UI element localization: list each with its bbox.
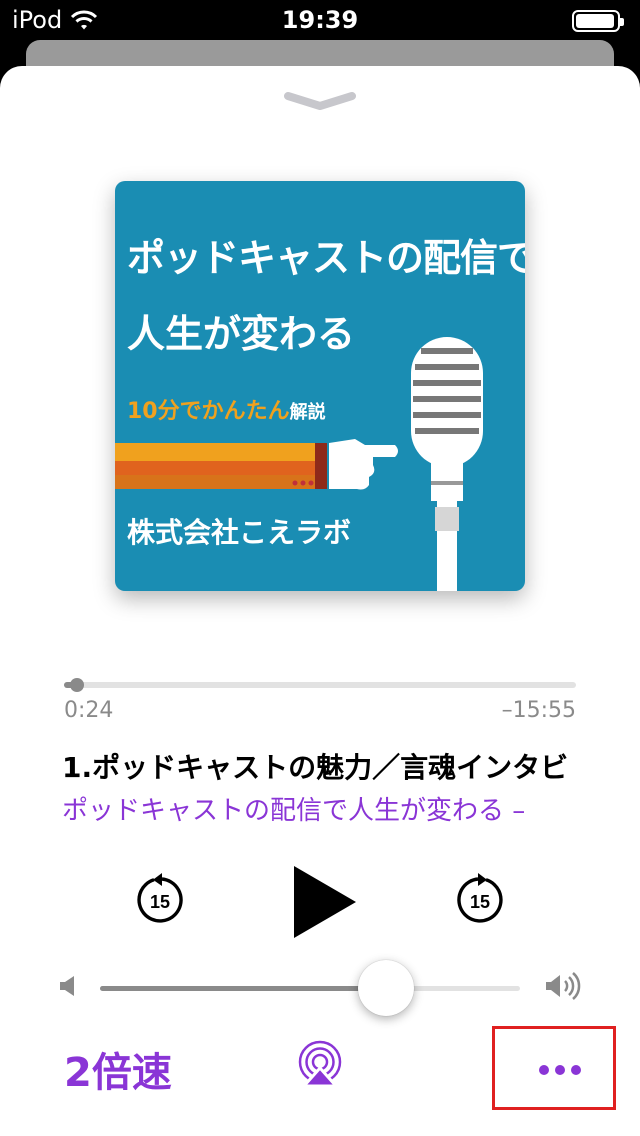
pointing-hand-icon [329,439,398,490]
volume-min-icon [60,976,74,996]
skip-forward-seconds: 15 [470,892,490,912]
volume-max-icon [546,972,581,1000]
microphone-icon [411,337,483,591]
playback-speed-button[interactable]: 2倍速 [64,1040,172,1098]
volume-slider[interactable] [100,960,520,1016]
now-playing-sheet: ポッドキャストの配信で 人生が変わる 10分でかんたん解説 株式会社こえラボ 0… [0,66,640,1136]
status-bar: iPod 19:39 [0,0,640,40]
volume-fill [100,986,386,991]
rewind-arrowhead [153,873,162,886]
chevron-down-icon[interactable] [284,90,356,114]
show-title[interactable]: ポッドキャストの配信で人生が変わる – [62,790,622,827]
artwork-publisher: 株式会社こえラボ [127,516,352,549]
remaining-time: –15:55 [501,698,576,723]
progress-slider[interactable] [64,678,576,692]
play-icon [294,866,356,938]
episode-title: 1.ポッドキャストの魅力／言魂インタビ [62,751,569,784]
elapsed-time: 0:24 [64,698,114,723]
forward-arrowhead [478,873,487,886]
pencil-icon [115,443,327,489]
airplay-icon[interactable] [294,1040,346,1090]
podcast-artwork: ポッドキャストの配信で 人生が変わる 10分でかんたん解説 株式会社こえラボ [115,181,525,591]
battery-icon [572,10,624,32]
volume-knob[interactable] [357,960,414,1016]
highlight-box [492,1026,616,1110]
progress-knob[interactable] [69,678,84,692]
play-button[interactable] [292,864,358,940]
skip-back-seconds: 15 [150,892,170,912]
skip-forward-15-button[interactable]: 15 [452,872,508,928]
skip-back-15-button[interactable]: 15 [132,872,188,928]
status-time: 19:39 [281,6,359,34]
